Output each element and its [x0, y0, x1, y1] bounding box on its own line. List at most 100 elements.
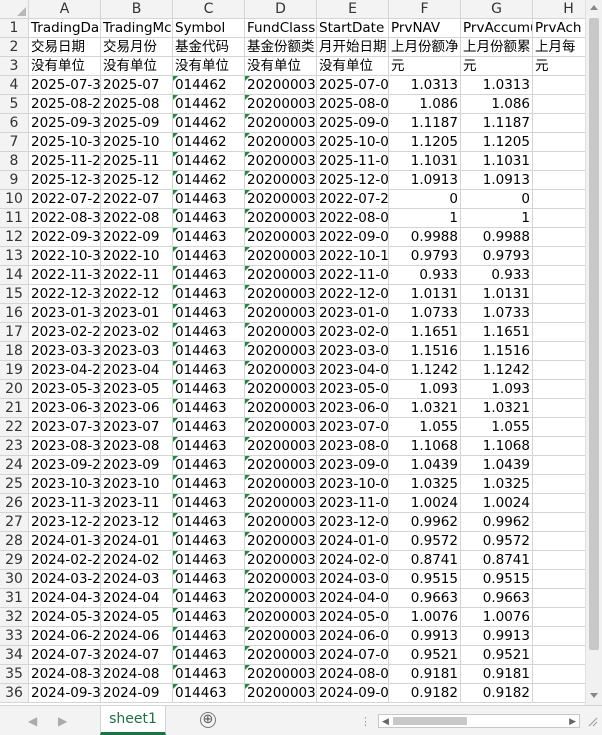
cell-g27[interactable]: 0.9962	[461, 513, 533, 532]
cell-d4[interactable]: 202000039	[245, 76, 317, 95]
cell-b32[interactable]: 2024-05	[101, 608, 173, 627]
cell-e19[interactable]: 2023-04-0	[317, 361, 389, 380]
cell-a12[interactable]: 2022-09-3	[29, 228, 101, 247]
row-header-14[interactable]: 14	[0, 266, 29, 285]
cell-e4[interactable]: 2025-07-0	[317, 76, 389, 95]
cell-g3[interactable]: 元	[461, 57, 533, 76]
scroll-up-icon[interactable]	[590, 5, 598, 10]
cell-b18[interactable]: 2023-03	[101, 342, 173, 361]
cell-a7[interactable]: 2025-10-3	[29, 133, 101, 152]
cell-e27[interactable]: 2023-12-0	[317, 513, 389, 532]
cell-e7[interactable]: 2025-10-0	[317, 133, 389, 152]
cell-d14[interactable]: 202000039	[245, 266, 317, 285]
cell-f7[interactable]: 1.1205	[389, 133, 461, 152]
row-header-27[interactable]: 27	[0, 513, 29, 532]
row-header-1[interactable]: 1	[0, 19, 29, 38]
cell-f12[interactable]: 0.9988	[389, 228, 461, 247]
row-header-6[interactable]: 6	[0, 114, 29, 133]
cell-c15[interactable]: 014463	[173, 285, 245, 304]
cell-h25[interactable]	[533, 475, 585, 494]
row-header-2[interactable]: 2	[0, 38, 29, 57]
cell-a3[interactable]: 没有单位	[29, 57, 101, 76]
cell-h6[interactable]	[533, 114, 585, 133]
cell-f4[interactable]: 1.0313	[389, 76, 461, 95]
cell-c29[interactable]: 014463	[173, 551, 245, 570]
cell-c9[interactable]: 014462	[173, 171, 245, 190]
cell-c16[interactable]: 014463	[173, 304, 245, 323]
cell-f8[interactable]: 1.1031	[389, 152, 461, 171]
column-header-a[interactable]: A	[29, 0, 101, 19]
vertical-scroll-thumb[interactable]	[589, 18, 599, 650]
cell-g31[interactable]: 0.9663	[461, 589, 533, 608]
cell-f5[interactable]: 1.086	[389, 95, 461, 114]
cell-e32[interactable]: 2024-05-0	[317, 608, 389, 627]
cell-b3[interactable]: 没有单位	[101, 57, 173, 76]
cell-f17[interactable]: 1.1651	[389, 323, 461, 342]
cell-b35[interactable]: 2024-08	[101, 665, 173, 684]
row-header-17[interactable]: 17	[0, 323, 29, 342]
cell-e5[interactable]: 2025-08-0	[317, 95, 389, 114]
column-header-c[interactable]: C	[173, 0, 245, 19]
cell-a18[interactable]: 2023-03-3	[29, 342, 101, 361]
row-header-19[interactable]: 19	[0, 361, 29, 380]
cell-h10[interactable]	[533, 190, 585, 209]
cell-g12[interactable]: 0.9988	[461, 228, 533, 247]
cell-d22[interactable]: 202000039	[245, 418, 317, 437]
cell-a27[interactable]: 2023-12-2	[29, 513, 101, 532]
cell-d34[interactable]: 202000039	[245, 646, 317, 665]
cell-h12[interactable]	[533, 228, 585, 247]
cell-g20[interactable]: 1.093	[461, 380, 533, 399]
row-header-32[interactable]: 32	[0, 608, 29, 627]
cell-a19[interactable]: 2023-04-2	[29, 361, 101, 380]
cell-h30[interactable]	[533, 570, 585, 589]
row-header-4[interactable]: 4	[0, 76, 29, 95]
cell-d13[interactable]: 202000039	[245, 247, 317, 266]
cell-d28[interactable]: 202000039	[245, 532, 317, 551]
cell-f14[interactable]: 0.933	[389, 266, 461, 285]
cell-d24[interactable]: 202000039	[245, 456, 317, 475]
sheet-tab-sheet1[interactable]: sheet1	[100, 706, 166, 735]
scroll-left-icon[interactable]: ◀	[382, 717, 389, 727]
cell-a6[interactable]: 2025-09-3	[29, 114, 101, 133]
cell-g2[interactable]: 上月份额累	[461, 38, 533, 57]
cell-b17[interactable]: 2023-02	[101, 323, 173, 342]
cell-a31[interactable]: 2024-04-3	[29, 589, 101, 608]
cell-h14[interactable]	[533, 266, 585, 285]
row-header-34[interactable]: 34	[0, 646, 29, 665]
cell-b4[interactable]: 2025-07	[101, 76, 173, 95]
cell-a22[interactable]: 2023-07-3	[29, 418, 101, 437]
cell-e23[interactable]: 2023-08-0	[317, 437, 389, 456]
scroll-right-icon[interactable]: ▶	[569, 717, 576, 727]
cell-d15[interactable]: 202000039	[245, 285, 317, 304]
row-header-22[interactable]: 22	[0, 418, 29, 437]
cell-c19[interactable]: 014463	[173, 361, 245, 380]
cell-e12[interactable]: 2022-09-0	[317, 228, 389, 247]
cell-a20[interactable]: 2023-05-3	[29, 380, 101, 399]
cell-h8[interactable]	[533, 152, 585, 171]
cell-a9[interactable]: 2025-12-3	[29, 171, 101, 190]
column-header-d[interactable]: D	[245, 0, 317, 19]
row-header-35[interactable]: 35	[0, 665, 29, 684]
cell-g35[interactable]: 0.9181	[461, 665, 533, 684]
row-header-12[interactable]: 12	[0, 228, 29, 247]
cell-c35[interactable]: 014463	[173, 665, 245, 684]
cell-e16[interactable]: 2023-01-0	[317, 304, 389, 323]
cell-g17[interactable]: 1.1651	[461, 323, 533, 342]
cell-c34[interactable]: 014463	[173, 646, 245, 665]
cell-e33[interactable]: 2024-06-0	[317, 627, 389, 646]
cell-d20[interactable]: 202000039	[245, 380, 317, 399]
cell-b20[interactable]: 2023-05	[101, 380, 173, 399]
cell-a29[interactable]: 2024-02-2	[29, 551, 101, 570]
cell-c4[interactable]: 014462	[173, 76, 245, 95]
row-header-25[interactable]: 25	[0, 475, 29, 494]
cell-h22[interactable]	[533, 418, 585, 437]
cell-g4[interactable]: 1.0313	[461, 76, 533, 95]
cell-h26[interactable]	[533, 494, 585, 513]
cell-h3[interactable]: 元	[533, 57, 585, 76]
column-header-f[interactable]: F	[389, 0, 461, 19]
cell-a1[interactable]: TradingDa	[29, 19, 101, 38]
cell-a2[interactable]: 交易日期	[29, 38, 101, 57]
cell-c20[interactable]: 014463	[173, 380, 245, 399]
cell-f2[interactable]: 上月份额净	[389, 38, 461, 57]
cell-h23[interactable]	[533, 437, 585, 456]
